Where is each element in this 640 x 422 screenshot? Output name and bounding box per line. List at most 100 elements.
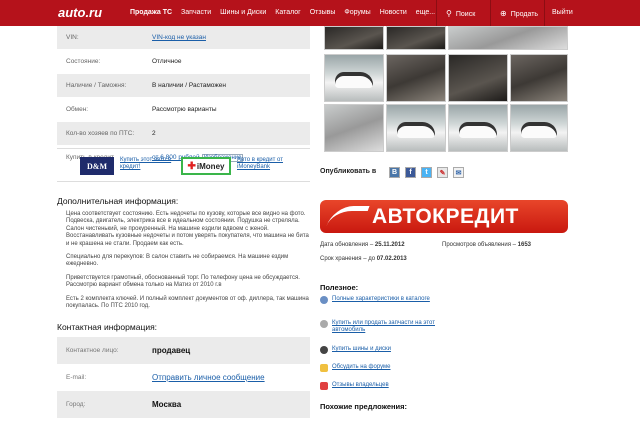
vk-icon[interactable]: В — [389, 167, 400, 178]
livejournal-icon[interactable]: ✎ — [437, 167, 448, 178]
contact-label: Контактное лицо: — [66, 347, 119, 354]
credit-offers: D&M Купить этот авто в кредит! ✚ iMoney А… — [57, 148, 310, 182]
photo-thumbnail[interactable] — [386, 26, 446, 50]
nav-divider — [490, 0, 491, 26]
description-paragraph: Приветствуется грамотный, обоснованный т… — [66, 274, 300, 289]
photo-thumbnail[interactable] — [510, 54, 568, 102]
nav-item-parts[interactable]: Запчасти — [181, 9, 211, 16]
photo-thumbnail[interactable] — [324, 26, 384, 50]
spec-value: Отличное — [152, 58, 182, 65]
facebook-icon[interactable]: f — [405, 167, 416, 178]
nav-item-catalog[interactable]: Каталог — [275, 9, 300, 16]
vin-link[interactable]: VIN-код не указан — [152, 34, 206, 41]
contacts-title: Контактная информация: — [57, 322, 158, 332]
description-paragraph: Специально для перекупов: В салон ставит… — [66, 254, 289, 268]
search-button[interactable]: ⚲ Поиск — [446, 9, 475, 18]
useful-item-tires[interactable]: Купить шины и диски — [320, 346, 391, 354]
useful-item-label: Полные характеристики в каталоге — [332, 296, 430, 302]
spec-value: 2 — [152, 130, 156, 137]
useful-item-label: Отзывы владельцев — [332, 382, 389, 388]
storage-date: Срок хранения – до 07.02.2013 — [320, 256, 407, 262]
useful-item-reviews[interactable]: Отзывы владельцев — [320, 382, 389, 390]
updated-value: 25.11.2012 — [374, 242, 405, 248]
imoney-logo[interactable]: ✚ iMoney — [181, 157, 231, 175]
updated-label: Дата обновления – — [320, 242, 374, 248]
photo-thumbnail[interactable] — [386, 104, 446, 152]
spec-row-owners: Кол-во хозяев по ПТС: 2 — [57, 122, 310, 146]
nav-divider — [544, 0, 545, 26]
photo-thumbnail[interactable] — [448, 104, 508, 152]
similar-offers-title: Похожие предложения: — [320, 402, 408, 411]
spec-row-condition: Состояние: Отличное — [57, 50, 310, 74]
nav-item-forums[interactable]: Форумы — [344, 9, 370, 16]
nav-item-news[interactable]: Новости — [380, 9, 407, 16]
spec-value: Рассмотрю варианты — [152, 106, 217, 113]
contact-person: продавец — [152, 346, 191, 355]
autocredit-banner-text: АВТОКРЕДИТ — [372, 204, 519, 228]
plus-icon: ✚ — [187, 160, 196, 172]
mail-icon[interactable]: ✉ — [453, 167, 464, 178]
chat-icon — [320, 364, 328, 372]
reviews-icon — [320, 382, 328, 390]
contact-row-person: Контактное лицо: продавец — [57, 337, 310, 364]
spec-label: VIN: — [66, 34, 79, 41]
useful-item-forum[interactable]: Обсудить на форуме — [320, 364, 391, 372]
description-title: Дополнительная информация: — [57, 196, 179, 206]
site-logo[interactable]: auto.ru — [58, 5, 102, 20]
spec-label: Кол-во хозяев по ПТС: — [66, 130, 135, 137]
contact-city: Москва — [152, 400, 182, 409]
logout-button[interactable]: Выйти — [552, 9, 573, 16]
dm-credit-link[interactable]: Купить этот авто в кредит! — [120, 157, 172, 171]
contact-row-city: Город: Москва — [57, 391, 310, 418]
nav-divider — [436, 0, 437, 26]
photo-thumbnail[interactable] — [510, 104, 568, 152]
useful-item-catalog[interactable]: Полные характеристики в каталоге — [320, 296, 430, 304]
photo-thumbnail[interactable] — [386, 54, 446, 102]
contact-row-email: E-mail: Отправить личное сообщение — [57, 364, 310, 391]
top-navigation-bar: auto.ru Продажа ТС Запчасти Шины и Диски… — [0, 0, 640, 26]
tire-icon — [320, 346, 328, 354]
plus-circle-icon: ⊕ — [500, 9, 507, 18]
useful-item-label: Купить или продать запчасти на этот авто… — [332, 320, 435, 333]
nav-item-sale[interactable]: Продажа ТС — [130, 9, 172, 16]
photo-thumbnail[interactable] — [324, 104, 384, 152]
spec-label: Обмен: — [66, 106, 89, 113]
photo-thumbnail[interactable] — [448, 26, 568, 50]
nav-item-tires[interactable]: Шины и Диски — [220, 9, 266, 16]
spec-label: Состояние: — [66, 58, 101, 65]
search-label: Поиск — [455, 11, 476, 18]
useful-item-parts[interactable]: Купить или продать запчасти на этот авто… — [320, 320, 440, 334]
twitter-icon[interactable]: t — [421, 167, 432, 178]
useful-title: Полезное: — [320, 283, 359, 292]
search-icon: ⚲ — [446, 9, 452, 18]
nav-item-more[interactable]: еще... — [416, 9, 435, 16]
imoney-credit-link[interactable]: Авто в кредит от iMoneyBank — [237, 157, 299, 171]
description-paragraph: Цена соответствует состоянию. Есть недоч… — [66, 211, 309, 247]
imoney-logo-text: iMoney — [196, 161, 225, 171]
share-icons: В f t ✎ ✉ — [389, 167, 464, 178]
spec-value: В наличии / Растаможен — [152, 82, 226, 89]
dm-logo[interactable]: D&M — [80, 157, 114, 175]
views-value: 1653 — [517, 242, 532, 248]
photo-gallery — [324, 26, 568, 152]
contact-label: E-mail: — [66, 374, 87, 381]
useful-item-label: Обсудить на форуме — [332, 364, 391, 370]
send-message-link[interactable]: Отправить личное сообщение — [152, 373, 265, 382]
spec-row-availability: Наличие / Таможня: В наличии / Растаможе… — [57, 74, 310, 98]
description-paragraph: Есть 2 комплекта ключей. И полный компле… — [66, 295, 309, 310]
spec-row-vin: VIN: VIN-код не указан — [57, 26, 310, 50]
sell-button[interactable]: ⊕ Продать — [500, 9, 538, 18]
photo-thumbnail[interactable] — [324, 54, 384, 102]
views-label: Просмотров объявления – — [442, 242, 516, 248]
sell-label: Продать — [510, 11, 539, 18]
swoosh-icon — [326, 206, 370, 226]
updated-date: Дата обновления – 25.11.2012 — [320, 242, 405, 248]
spec-row-exchange: Обмен: Рассмотрю варианты — [57, 98, 310, 122]
contacts-table: Контактное лицо: продавец E-mail: Отправ… — [57, 337, 310, 418]
main-nav: Продажа ТС Запчасти Шины и Диски Каталог… — [130, 9, 435, 16]
nav-item-reviews[interactable]: Отзывы — [310, 9, 336, 16]
description-text: Цена соответствует состоянию. Есть недоч… — [66, 211, 310, 316]
car-icon — [320, 296, 328, 304]
autocredit-banner[interactable]: АВТОКРЕДИТ — [320, 200, 568, 233]
photo-thumbnail[interactable] — [448, 54, 508, 102]
